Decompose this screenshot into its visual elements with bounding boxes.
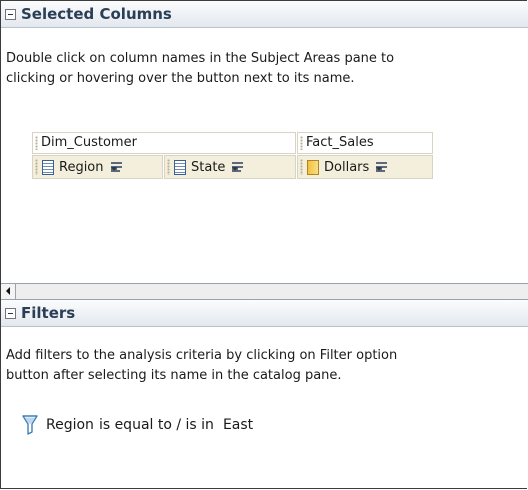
column-options-menu-icon[interactable] bbox=[232, 161, 248, 173]
measure-column-icon bbox=[307, 159, 319, 175]
column-options-menu-icon[interactable] bbox=[110, 161, 127, 173]
attribute-column-icon bbox=[42, 159, 54, 175]
column-group-label: Fact_Sales bbox=[306, 135, 374, 150]
filters-title: Filters bbox=[21, 304, 76, 322]
column-name: Region bbox=[59, 159, 104, 175]
column-chip-region[interactable]: Region bbox=[32, 155, 163, 179]
column-group-label: Dim_Customer bbox=[41, 135, 137, 150]
filter-value: East bbox=[222, 417, 254, 433]
selected-columns-help-line-1: Double click on column names in the Subj… bbox=[6, 51, 395, 66]
filters-header[interactable]: Filters bbox=[1, 300, 528, 327]
selected-columns-help-line-2: clicking or hovering over the button nex… bbox=[6, 71, 355, 86]
filter-column[interactable]: Region bbox=[46, 417, 94, 433]
horizontal-scrollbar[interactable] bbox=[1, 283, 528, 300]
filters-help-line-1: Add filters to the analysis criteria by … bbox=[6, 348, 398, 363]
attribute-column-icon bbox=[174, 159, 186, 175]
collapse-minus-icon[interactable] bbox=[5, 8, 16, 20]
scroll-left-arrow-icon[interactable] bbox=[1, 284, 16, 299]
column-name: State bbox=[191, 159, 226, 175]
column-group-fact-sales[interactable]: Fact_Sales bbox=[297, 132, 433, 154]
column-options-menu-icon[interactable] bbox=[376, 161, 392, 173]
column-name: Dollars bbox=[324, 159, 370, 175]
selected-columns-title: Selected Columns bbox=[21, 5, 172, 23]
column-chip-dollars[interactable]: Dollars bbox=[297, 155, 433, 179]
filters-help-line-2: button after selecting its name in the c… bbox=[6, 368, 342, 383]
funnel-icon bbox=[22, 415, 38, 435]
column-group-dim-customer[interactable]: Dim_Customer bbox=[32, 132, 296, 154]
selected-columns-header[interactable]: Selected Columns bbox=[1, 1, 528, 28]
filter-operator: is equal to / is in bbox=[98, 417, 214, 433]
filter-item[interactable]: Region is equal to / is in East bbox=[22, 415, 253, 435]
column-chip-state[interactable]: State bbox=[164, 155, 296, 179]
collapse-minus-icon[interactable] bbox=[5, 307, 16, 319]
